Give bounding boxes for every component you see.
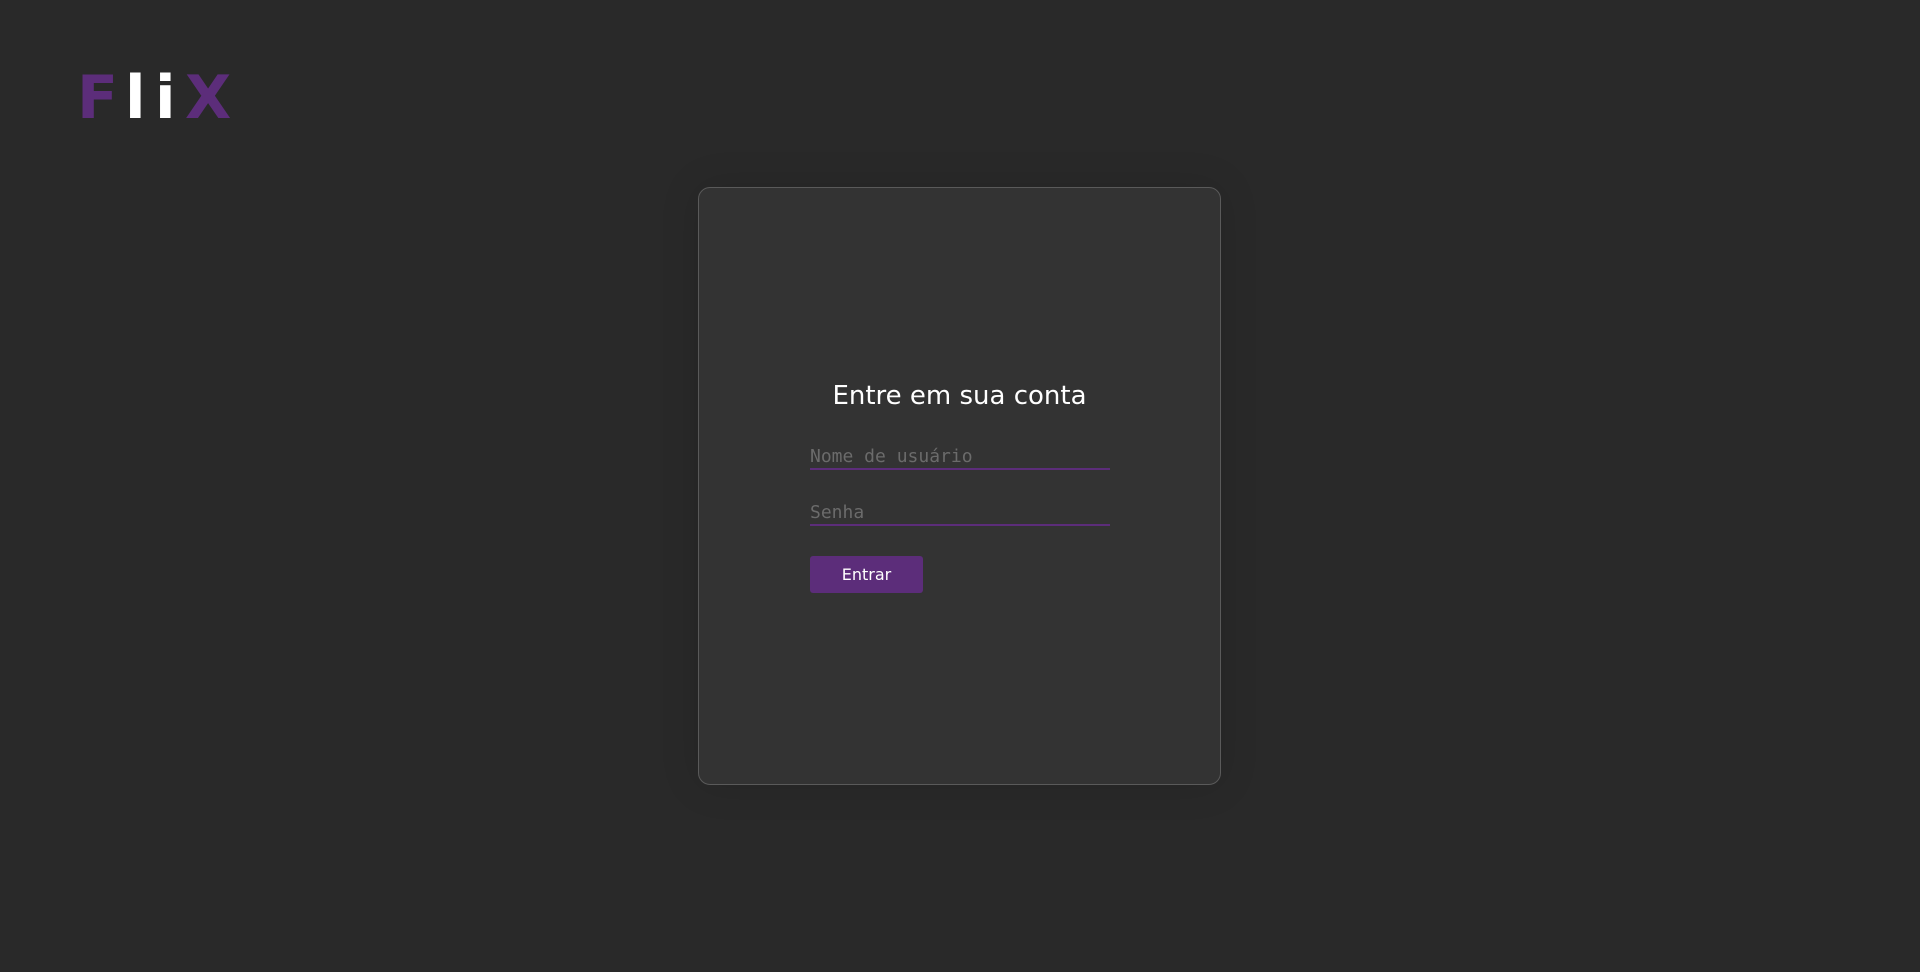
login-card: Entre em sua conta Entrar [698,187,1221,785]
password-input[interactable] [810,500,1110,526]
logo-letter-l: l [125,63,146,133]
logo-letter-f: F [77,63,118,133]
brand-logo: F l i X [77,63,232,133]
login-submit-button[interactable]: Entrar [810,556,923,593]
logo-letter-i: i [155,63,176,133]
login-title: Entre em sua conta [832,381,1087,411]
logo-letter-x: X [185,63,232,133]
username-input[interactable] [810,444,1110,470]
